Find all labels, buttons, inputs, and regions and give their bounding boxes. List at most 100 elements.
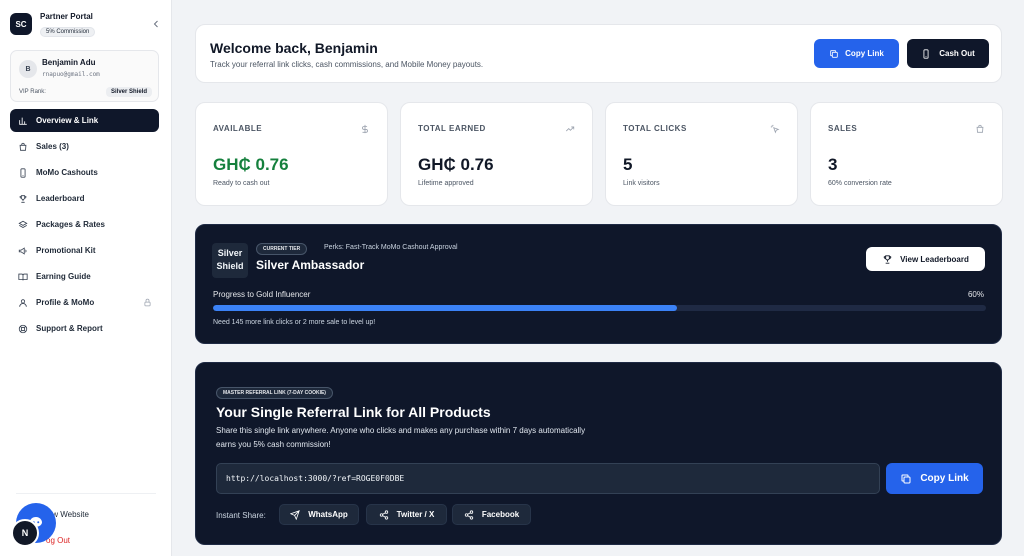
cursor-click-icon	[770, 124, 780, 134]
sidebar-item-label: Sales (3)	[36, 142, 69, 151]
lock-icon	[143, 298, 152, 307]
progress-label: Progress to Gold Influencer	[213, 290, 311, 299]
stat-value: GH₵ 0.76	[213, 155, 289, 174]
tier-badge: Silver Shield	[212, 243, 248, 278]
view-leaderboard-label: View Leaderboard	[900, 254, 969, 264]
share-whatsapp-label: WhatsApp	[308, 510, 348, 519]
user-card: B Benjamin Adu rnapuo@gmail.com VIP Rank…	[10, 50, 159, 102]
sidebar-item-leaderboard[interactable]: Leaderboard	[10, 187, 159, 210]
share-facebook-button[interactable]: Facebook	[452, 504, 531, 525]
stat-label: SALES	[828, 124, 858, 133]
megaphone-icon	[18, 246, 28, 256]
progress-percent: 60%	[967, 290, 984, 299]
stat-label: TOTAL CLICKS	[623, 124, 687, 133]
instant-share-label: Instant Share:	[216, 511, 266, 520]
trending-up-icon	[565, 124, 575, 134]
chevron-left-icon[interactable]	[150, 18, 162, 30]
brand-logo: SC	[10, 13, 32, 35]
view-leaderboard-button[interactable]: View Leaderboard	[866, 247, 985, 271]
sidebar-item-label: Packages & Rates	[36, 220, 105, 229]
sidebar-item-packages[interactable]: Packages & Rates	[10, 213, 159, 236]
sidebar-item-promotional-kit[interactable]: Promotional Kit	[10, 239, 159, 262]
referral-tag: MASTER REFERRAL LINK (7-DAY COOKIE)	[216, 387, 333, 399]
tier-name: Silver Ambassador	[256, 258, 365, 272]
page-title: Welcome back, Benjamin	[210, 40, 378, 56]
share-icon	[379, 509, 389, 520]
user-icon	[18, 298, 28, 308]
dollar-icon	[360, 124, 370, 134]
stat-value: 3	[828, 155, 838, 174]
user-name: Benjamin Adu	[42, 58, 96, 67]
stat-value: 5	[623, 155, 633, 174]
commission-badge: 5% Commission	[40, 27, 96, 37]
vip-rank-label: VIP Rank:	[19, 89, 46, 95]
progress-bar-fill	[213, 305, 677, 311]
sidebar-nav: Overview & Link Sales (3) MoMo Cashouts …	[10, 109, 159, 343]
stat-label: AVAILABLE	[213, 124, 263, 133]
shopping-bag-icon	[18, 142, 28, 152]
cash-out-button[interactable]: Cash Out	[907, 39, 989, 68]
stat-label: TOTAL EARNED	[418, 124, 486, 133]
sidebar-item-momo-cashouts[interactable]: MoMo Cashouts	[10, 161, 159, 184]
stat-card-total-clicks: TOTAL CLICKS 5 Link visitors	[605, 102, 798, 206]
tier-card: Silver Shield CURRENT TIER Perks: Fast-T…	[195, 224, 1002, 344]
send-icon	[290, 509, 301, 520]
stat-value: GH₵ 0.76	[418, 155, 494, 174]
stat-card-total-earned: TOTAL EARNED GH₵ 0.76 Lifetime approved	[400, 102, 593, 206]
tier-perk: Perks: Fast-Track MoMo Cashout Approval	[324, 244, 458, 251]
smartphone-icon	[921, 48, 931, 59]
sidebar-item-earning-guide[interactable]: Earning Guide	[10, 265, 159, 288]
sidebar-item-label: Promotional Kit	[36, 246, 96, 255]
share-facebook-label: Facebook	[481, 510, 520, 519]
sidebar-item-sales[interactable]: Sales (3)	[10, 135, 159, 158]
trophy-icon	[882, 254, 893, 265]
notification-avatar[interactable]: N	[11, 519, 39, 547]
page-subtitle: Track your referral link clicks, cash co…	[210, 60, 484, 69]
referral-title: Your Single Referral Link for All Produc…	[216, 404, 491, 420]
stat-note: Ready to cash out	[213, 180, 270, 187]
smartphone-icon	[18, 167, 28, 178]
share-twitter-label: Twitter / X	[396, 510, 435, 519]
book-icon	[18, 272, 28, 282]
tier-badge-line2: Shield	[216, 261, 244, 271]
welcome-header: Welcome back, Benjamin Track your referr…	[195, 24, 1002, 83]
trophy-icon	[18, 194, 28, 204]
bar-chart-icon	[18, 116, 28, 126]
stat-note: 60% conversion rate	[828, 180, 892, 187]
sidebar-item-label: Support & Report	[36, 324, 103, 333]
copy-icon	[900, 473, 912, 485]
brand-name: Partner Portal	[40, 12, 93, 21]
referral-description: Share this single link anywhere. Anyone …	[216, 426, 586, 449]
share-twitter-button[interactable]: Twitter / X	[366, 504, 447, 525]
sidebar-item-support[interactable]: Support & Report	[10, 317, 159, 340]
copy-icon	[829, 49, 839, 59]
sidebar-item-label: MoMo Cashouts	[36, 168, 98, 177]
progress-bar	[213, 305, 986, 311]
stat-card-sales: SALES 3 60% conversion rate	[810, 102, 1003, 206]
shopping-bag-icon	[975, 124, 985, 134]
sidebar-item-label: Leaderboard	[36, 194, 85, 203]
sidebar-item-label: Earning Guide	[36, 272, 91, 281]
stat-note: Link visitors	[623, 180, 660, 187]
stat-card-available: AVAILABLE GH₵ 0.76 Ready to cash out	[195, 102, 388, 206]
sidebar-item-label: Profile & MoMo	[36, 298, 95, 307]
referral-link-card: MASTER REFERRAL LINK (7-DAY COOKIE) Your…	[195, 362, 1002, 545]
progress-note: Need 145 more link clicks or 2 more sale…	[213, 319, 376, 326]
sidebar-item-overview[interactable]: Overview & Link	[10, 109, 159, 132]
current-tier-tag: CURRENT TIER	[256, 243, 308, 255]
lifebuoy-icon	[18, 324, 28, 334]
copy-link-button[interactable]: Copy Link	[814, 39, 899, 68]
tier-badge-line1: Silver	[217, 248, 243, 258]
copy-link-label: Copy Link	[845, 49, 884, 58]
stat-note: Lifetime approved	[418, 180, 474, 187]
vip-rank-badge: Silver Shield	[105, 87, 152, 97]
copy-referral-link-label: Copy Link	[920, 473, 969, 484]
sidebar-item-profile[interactable]: Profile & MoMo	[10, 291, 159, 314]
share-icon	[464, 509, 474, 520]
copy-referral-link-button[interactable]: Copy Link	[886, 463, 983, 494]
sidebar: SC Partner Portal 5% Commission B Benjam…	[0, 0, 172, 556]
share-whatsapp-button[interactable]: WhatsApp	[279, 504, 359, 525]
referral-link-field[interactable]: http://localhost:3000/?ref=ROGE0F0DBE	[216, 463, 880, 494]
avatar: B	[19, 60, 37, 78]
cash-out-label: Cash Out	[939, 49, 975, 58]
